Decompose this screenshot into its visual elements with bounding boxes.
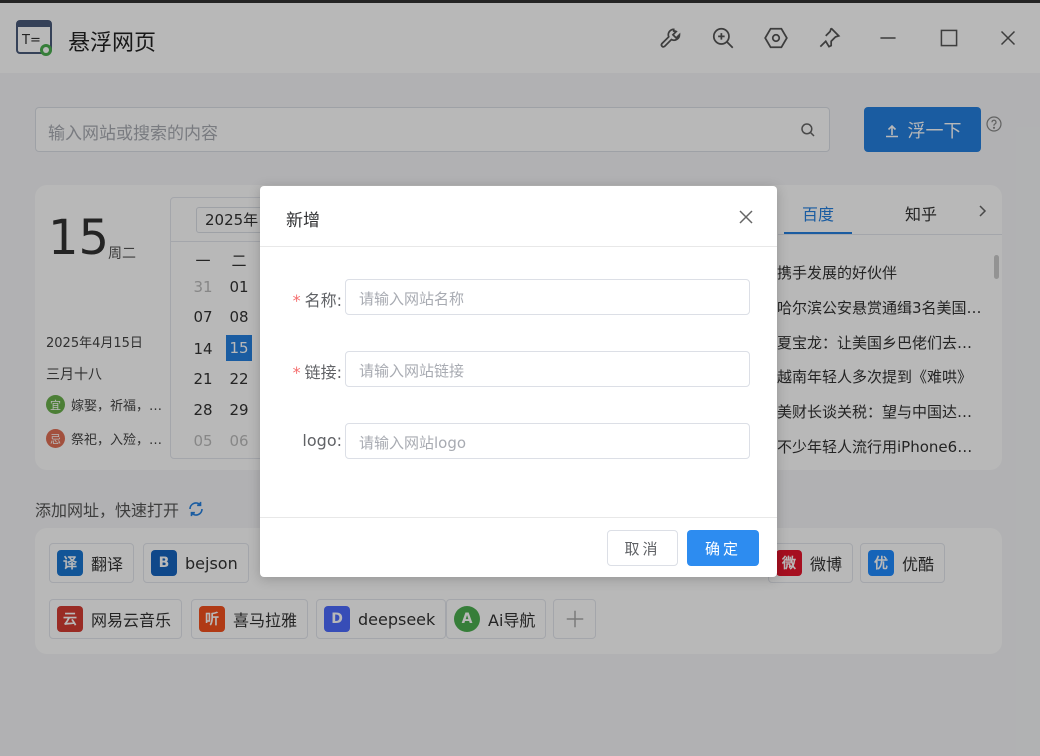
link-label-text: 链接:	[304, 363, 342, 382]
add-site-dialog: 新增 * 名称: 请输入网站名称 * 链接: 请输入网站链接 logo: 请输入网站…	[260, 186, 777, 577]
required-mark: *	[292, 363, 301, 382]
dialog-footer-divider	[260, 517, 777, 518]
close-icon[interactable]	[738, 209, 754, 225]
site-link-field[interactable]: 请输入网站链接	[345, 351, 750, 387]
name-label: * 名称:	[293, 287, 342, 311]
required-mark: *	[292, 291, 301, 310]
cancel-button[interactable]: 取消	[607, 530, 678, 566]
dialog-header-divider	[260, 246, 777, 247]
logo-label: logo:	[302, 431, 342, 450]
site-logo-placeholder: 请输入网站logo	[359, 434, 467, 452]
site-name-placeholder: 请输入网站名称	[359, 290, 465, 308]
name-label-text: 名称:	[304, 291, 342, 310]
confirm-button[interactable]: 确定	[687, 530, 759, 566]
link-label: * 链接:	[293, 359, 342, 383]
site-name-field[interactable]: 请输入网站名称	[345, 279, 750, 315]
site-link-placeholder: 请输入网站链接	[359, 362, 465, 380]
site-logo-field[interactable]: 请输入网站logo	[345, 423, 750, 459]
dialog-title: 新增	[286, 211, 320, 231]
